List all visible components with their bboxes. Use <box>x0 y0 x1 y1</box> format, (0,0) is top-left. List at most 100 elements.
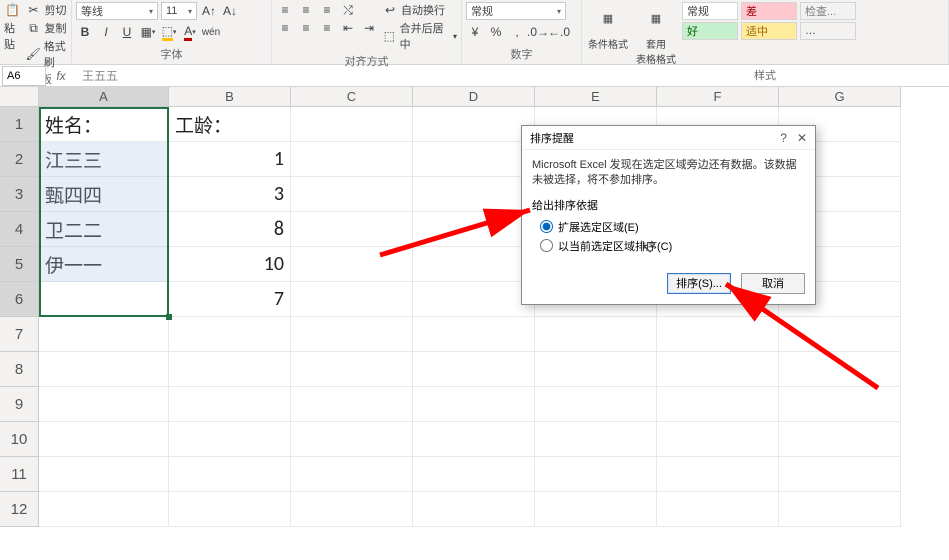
cell-A5[interactable]: 伊一一 <box>39 247 169 282</box>
cell-G12[interactable] <box>779 492 901 527</box>
font-name-dropdown[interactable]: 等线▾ <box>76 2 158 20</box>
name-box[interactable]: A6 <box>2 66 46 86</box>
row-header-4[interactable]: 4 <box>0 212 39 247</box>
row-header-12[interactable]: 12 <box>0 492 39 527</box>
col-header-D[interactable]: D <box>413 87 535 107</box>
align-left-icon[interactable]: ≡ <box>276 20 294 36</box>
cell-C5[interactable] <box>291 247 413 282</box>
phonetic-button[interactable]: wén <box>202 24 220 40</box>
cell-G11[interactable] <box>779 457 901 492</box>
formula-input[interactable]: 王五五 <box>76 67 949 84</box>
cell-B5[interactable]: 10 <box>169 247 291 282</box>
cell-A9[interactable] <box>39 387 169 422</box>
cell-F9[interactable] <box>657 387 779 422</box>
cell-C6[interactable] <box>291 282 413 317</box>
cell-D4[interactable] <box>413 212 535 247</box>
cell-F11[interactable] <box>657 457 779 492</box>
increase-decimal-icon[interactable]: .0→ <box>529 24 547 40</box>
style-normal[interactable]: 常规 <box>682 2 738 20</box>
border-button[interactable]: ▦▾ <box>139 24 157 40</box>
cell-D11[interactable] <box>413 457 535 492</box>
cell-A1[interactable]: 姓名： <box>39 107 169 142</box>
cell-G7[interactable] <box>779 317 901 352</box>
merge-label[interactable]: 合并后居中 <box>400 20 450 52</box>
row-header-8[interactable]: 8 <box>0 352 39 387</box>
cell-C12[interactable] <box>291 492 413 527</box>
cut-icon[interactable]: ✂ <box>26 2 42 18</box>
cell-C2[interactable] <box>291 142 413 177</box>
cell-B6[interactable]: 7 <box>169 282 291 317</box>
style-more[interactable]: … <box>800 22 856 40</box>
format-painter-icon[interactable]: 🖌 <box>26 46 41 62</box>
cell-A3[interactable]: 甄四四 <box>39 177 169 212</box>
cell-F7[interactable] <box>657 317 779 352</box>
decrease-decimal-icon[interactable]: ←.0 <box>550 24 568 40</box>
underline-button[interactable]: U <box>118 24 136 40</box>
cell-B2[interactable]: 1 <box>169 142 291 177</box>
format-as-table-icon[interactable]: ▦ <box>640 2 672 34</box>
radio-expand-selection[interactable]: 扩展选定区域(E) <box>540 219 805 235</box>
fill-color-button[interactable]: ⬚▾ <box>160 24 178 40</box>
cell-A6[interactable]: 王五五 <box>39 282 169 317</box>
row-header-1[interactable]: 1 <box>0 107 39 142</box>
cell-C9[interactable] <box>291 387 413 422</box>
font-size-dropdown[interactable]: 11▾ <box>161 2 197 20</box>
cell-B11[interactable] <box>169 457 291 492</box>
cell-A10[interactable] <box>39 422 169 457</box>
cell-D1[interactable] <box>413 107 535 142</box>
cell-A7[interactable] <box>39 317 169 352</box>
style-neutral[interactable]: 适中 <box>741 22 797 40</box>
col-header-G[interactable]: G <box>779 87 901 107</box>
cell-B9[interactable] <box>169 387 291 422</box>
cell-D2[interactable] <box>413 142 535 177</box>
col-header-E[interactable]: E <box>535 87 657 107</box>
cell-B8[interactable] <box>169 352 291 387</box>
cancel-button[interactable]: 取消 <box>741 273 805 294</box>
align-top-icon[interactable]: ≡ <box>276 2 294 18</box>
cell-D7[interactable] <box>413 317 535 352</box>
decrease-font-icon[interactable]: A↓ <box>221 3 239 19</box>
select-all-corner[interactable] <box>0 87 39 107</box>
cell-D3[interactable] <box>413 177 535 212</box>
cell-B12[interactable] <box>169 492 291 527</box>
row-header-6[interactable]: 6 <box>0 282 39 317</box>
cell-D10[interactable] <box>413 422 535 457</box>
row-header-9[interactable]: 9 <box>0 387 39 422</box>
col-header-A[interactable]: A <box>39 87 169 107</box>
sort-button[interactable]: 排序(S)... <box>667 273 731 294</box>
row-header-5[interactable]: 5 <box>0 247 39 282</box>
copy-icon[interactable]: ⧉ <box>26 20 42 36</box>
cell-A4[interactable]: 卫二二 <box>39 212 169 247</box>
paste-icon[interactable]: 📋 <box>5 2 21 18</box>
cell-C4[interactable] <box>291 212 413 247</box>
comma-icon[interactable]: , <box>508 24 526 40</box>
cell-D8[interactable] <box>413 352 535 387</box>
percent-icon[interactable]: % <box>487 24 505 40</box>
cell-A11[interactable] <box>39 457 169 492</box>
indent-decrease-icon[interactable]: ⇤ <box>339 20 357 36</box>
cell-A2[interactable]: 江三三 <box>39 142 169 177</box>
cell-A8[interactable] <box>39 352 169 387</box>
cell-E10[interactable] <box>535 422 657 457</box>
merge-icon[interactable]: ⬚ <box>382 28 397 44</box>
orientation-icon[interactable]: ⤭ <box>339 2 357 18</box>
align-center-icon[interactable]: ≡ <box>297 20 315 36</box>
cell-B10[interactable] <box>169 422 291 457</box>
fx-icon[interactable]: fx <box>46 69 76 83</box>
wrap-text-label[interactable]: 自动换行 <box>401 2 445 18</box>
cell-D12[interactable] <box>413 492 535 527</box>
cell-E7[interactable] <box>535 317 657 352</box>
row-header-10[interactable]: 10 <box>0 422 39 457</box>
conditional-format-icon[interactable]: ▦ <box>592 2 624 34</box>
radio-current-selection[interactable]: 以当前选定区域排序(C) <box>540 238 805 254</box>
row-header-3[interactable]: 3 <box>0 177 39 212</box>
style-good[interactable]: 好 <box>682 22 738 40</box>
cell-A12[interactable] <box>39 492 169 527</box>
cell-G10[interactable] <box>779 422 901 457</box>
cell-B7[interactable] <box>169 317 291 352</box>
cell-C1[interactable] <box>291 107 413 142</box>
wrap-text-icon[interactable]: ↩ <box>382 2 398 18</box>
cell-F10[interactable] <box>657 422 779 457</box>
cell-G8[interactable] <box>779 352 901 387</box>
cell-B3[interactable]: 3 <box>169 177 291 212</box>
